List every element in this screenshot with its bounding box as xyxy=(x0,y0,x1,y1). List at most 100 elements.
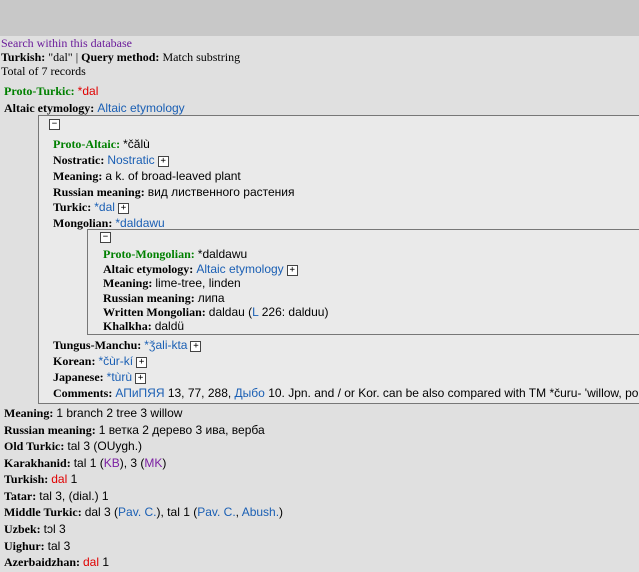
bottom-meaning-row: Meaning: 1 branch 2 tree 3 willow xyxy=(4,406,182,421)
turkic-label: Turkic: xyxy=(53,200,92,214)
uighur-label: Uighur: xyxy=(4,539,45,553)
middle-turkic-source-link-1[interactable]: Pav. C. xyxy=(118,505,156,519)
middle-turkic-source-link-2[interactable]: Pav. C. xyxy=(197,505,235,519)
uighur-value: tal 3 xyxy=(47,539,71,553)
middle-turkic-value-2: ), tal 1 ( xyxy=(156,505,198,519)
altaic-etymology-label: Altaic etymology: xyxy=(4,101,95,115)
proto-mongolian-panel: − Proto-Mongolian: *daldawu Altaic etymo… xyxy=(87,229,639,335)
karakhanid-value-mid: ), 3 ( xyxy=(119,456,145,470)
proto-mongolian-label: Proto-Mongolian: xyxy=(103,247,195,261)
search-database-link[interactable]: Search within this database xyxy=(1,36,132,51)
meaning-label: Meaning: xyxy=(53,169,103,183)
bottom-meaning-value: 1 branch 2 tree 3 willow xyxy=(56,406,183,420)
middle-turkic-source-link-3[interactable]: Abush. xyxy=(242,505,279,519)
proto-altaic-row: Proto-Altaic: *čălù xyxy=(53,137,150,152)
middle-turkic-value-4: ) xyxy=(279,505,284,519)
mongol-altaic-link[interactable]: Altaic etymology xyxy=(196,262,283,276)
uzbek-value: tɔl 3 xyxy=(43,522,66,536)
expand-korean-icon[interactable]: + xyxy=(136,356,148,368)
nostratic-label: Nostratic: xyxy=(53,153,105,167)
japanese-link[interactable]: *tùrù xyxy=(107,370,132,384)
total-records: Total of 7 records xyxy=(1,64,86,78)
mongol-meaning-row: Meaning: lime-tree, linden xyxy=(103,276,241,291)
turkish-label: Turkish: xyxy=(4,472,49,486)
written-mongolian-row: Written Mongolian: daldau (L 226: dalduu… xyxy=(103,305,328,320)
mongolian-link[interactable]: *daldawu xyxy=(115,216,164,230)
mongol-meaning-label: Meaning: xyxy=(103,276,153,290)
tatar-value: tal 3, (dial.) 1 xyxy=(39,489,109,503)
proto-altaic-label: Proto-Altaic: xyxy=(53,137,121,151)
uzbek-label: Uzbek: xyxy=(4,522,41,536)
meaning-value: a k. of broad-leaved plant xyxy=(105,169,241,183)
tatar-row: Tatar: tal 3, (dial.) 1 xyxy=(4,489,109,504)
comments-source-link-1[interactable]: АПиПЯЯ xyxy=(115,386,164,400)
turkic-link[interactable]: *dal xyxy=(94,200,115,214)
comments-source-link-2[interactable]: Дыбо xyxy=(235,386,265,400)
proto-turkic-label: Proto-Turkic: xyxy=(4,84,75,98)
bottom-russian-row: Russian meaning: 1 ветка 2 дерево 3 ива,… xyxy=(4,423,265,438)
turkish-value: 1 xyxy=(67,472,78,486)
altaic-etymology-link[interactable]: Altaic etymology xyxy=(97,101,184,115)
proto-mongolian-value: *daldawu xyxy=(197,247,248,261)
bottom-meaning-label: Meaning: xyxy=(4,406,54,420)
azerbaidzhan-label: Azerbaidzhan: xyxy=(4,555,80,569)
collapse-mongolian-icon[interactable]: − xyxy=(100,232,111,243)
old-turkic-label: Old Turkic: xyxy=(4,439,65,453)
written-mongolian-value-tail: 226: dalduu) xyxy=(258,305,329,319)
expand-tungus-icon[interactable]: + xyxy=(190,340,202,352)
karakhanid-label: Karakhanid: xyxy=(4,456,71,470)
nostratic-link[interactable]: Nostratic xyxy=(107,153,154,167)
query-method-label: Query method: xyxy=(81,50,160,64)
query-value: "dal" | xyxy=(45,50,82,64)
old-turkic-value: tal 3 (OUygh.) xyxy=(67,439,143,453)
middle-turkic-row: Middle Turkic: dal 3 (Pav. C.), tal 1 (P… xyxy=(4,505,283,520)
query-method-value: Match substring xyxy=(159,50,241,64)
collapse-altaic-icon[interactable]: − xyxy=(49,119,60,130)
mongol-altaic-row: Altaic etymology: Altaic etymology + xyxy=(103,262,298,277)
karakhanid-value: tal 1 ( xyxy=(73,456,104,470)
comments-row: Comments: АПиПЯЯ 13, 77, 288, Дыбо 10. J… xyxy=(53,386,638,401)
top-bar xyxy=(0,0,639,36)
old-turkic-row: Old Turkic: tal 3 (OUygh.) xyxy=(4,439,142,454)
korean-link[interactable]: *čùr-kí xyxy=(98,354,133,368)
proto-mongolian-row: Proto-Mongolian: *daldawu xyxy=(103,247,247,262)
bottom-russian-label: Russian meaning: xyxy=(4,423,96,437)
altaic-etymology-row: Altaic etymology: Altaic etymology xyxy=(4,101,185,116)
karakhanid-source-mk-link[interactable]: MK xyxy=(144,456,162,470)
karakhanid-value-tail: ) xyxy=(162,456,167,470)
expand-nostratic-icon[interactable]: + xyxy=(157,155,169,167)
turkish-row: Turkish: dal 1 xyxy=(4,472,77,487)
proto-altaic-value: *čălù xyxy=(123,137,150,151)
mongol-russian-label: Russian meaning: xyxy=(103,291,195,305)
mongol-altaic-label: Altaic etymology: xyxy=(103,262,194,276)
altaic-etymology-panel: − Proto-Altaic: *čălù Nostratic: Nostrat… xyxy=(38,115,639,404)
mongol-russian-row: Russian meaning: липа xyxy=(103,291,225,306)
middle-turkic-label: Middle Turkic: xyxy=(4,505,82,519)
bottom-russian-value: 1 ветка 2 дерево 3 ива, верба xyxy=(98,423,265,437)
expand-mongol-altaic-icon[interactable]: + xyxy=(286,264,298,276)
korean-row: Korean: *čùr-kí + xyxy=(53,354,148,369)
japanese-row: Japanese: *tùrù + xyxy=(53,370,147,385)
comments-text-1: 13, 77, 288, xyxy=(164,386,235,400)
tungus-row: Tungus-Manchu: *ǯali-kta + xyxy=(53,338,202,353)
tatar-label: Tatar: xyxy=(4,489,37,503)
meaning-row: Meaning: a k. of broad-leaved plant xyxy=(53,169,241,184)
expand-turkic-icon[interactable]: + xyxy=(117,202,129,214)
tungus-label: Tungus-Manchu: xyxy=(53,338,142,352)
turkic-row: Turkic: *dal + xyxy=(53,200,129,215)
korean-label: Korean: xyxy=(53,354,96,368)
comments-text-2: 10. Jpn. and / or Kor. can be also compa… xyxy=(264,386,638,400)
written-mongolian-value: daldau ( xyxy=(208,305,253,319)
karakhanid-source-kb-link[interactable]: KB xyxy=(104,456,120,470)
russian-meaning-row: Russian meaning: вид лиственного растени… xyxy=(53,185,294,200)
written-mongolian-label: Written Mongolian: xyxy=(103,305,206,319)
turkish-highlight: dal xyxy=(51,472,68,486)
khalkha-label: Khalkha: xyxy=(103,319,152,333)
middle-turkic-value: dal 3 ( xyxy=(84,505,119,519)
tungus-link[interactable]: *ǯali-kta xyxy=(144,338,187,352)
azerbaidzhan-row: Azerbaidzhan: dal 1 xyxy=(4,555,109,570)
proto-turkic-value: *dal xyxy=(77,84,99,98)
nostratic-row: Nostratic: Nostratic + xyxy=(53,153,169,168)
mongol-russian-value: липа xyxy=(197,291,225,305)
expand-japanese-icon[interactable]: + xyxy=(135,372,147,384)
